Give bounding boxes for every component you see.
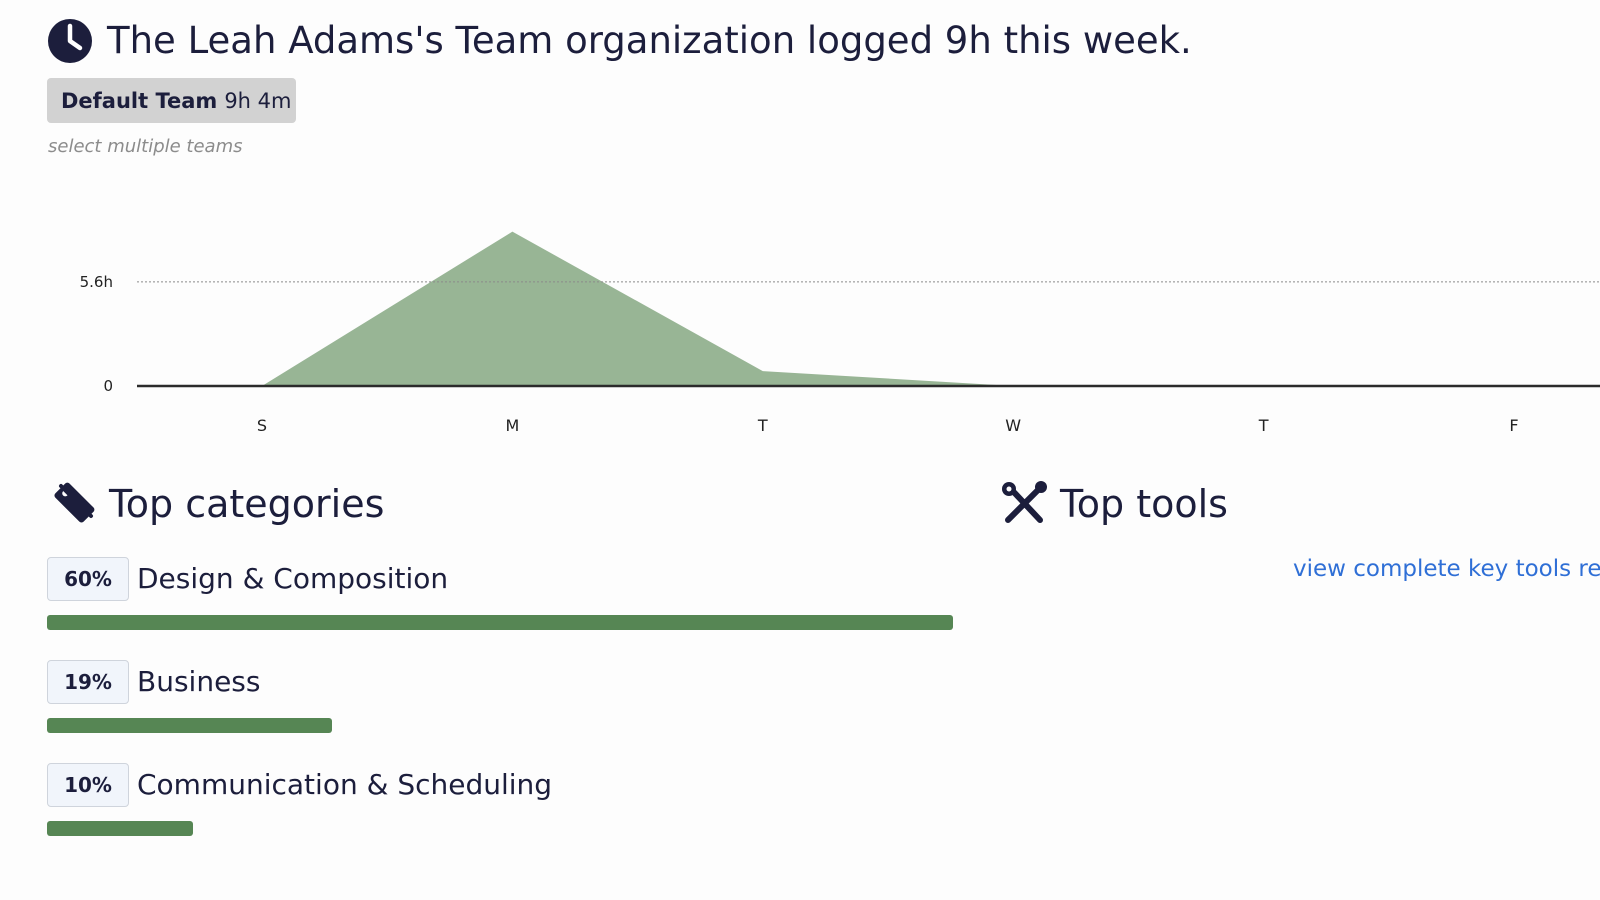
tags-icon <box>54 482 95 523</box>
team-chip-default-team[interactable]: Default Team 9h 4m <box>47 78 296 123</box>
tools-icon <box>1002 481 1047 523</box>
top-tools-heading: Top tools <box>1000 480 1228 528</box>
view-key-tools-report-link[interactable]: view complete key tools re <box>1293 556 1600 582</box>
category-bar <box>47 821 953 836</box>
x-tick-label: W <box>1005 416 1021 435</box>
top-tools-title: Top tools <box>1060 482 1228 526</box>
y-tick-label: 5.6h <box>80 273 113 291</box>
select-multiple-teams-link[interactable]: select multiple teams <box>48 136 243 157</box>
top-categories-title: Top categories <box>109 482 385 526</box>
x-tick-label: T <box>757 416 768 435</box>
category-name: Business <box>137 665 261 698</box>
category-name: Design & Composition <box>137 562 449 595</box>
category-name: Communication & Scheduling <box>137 768 553 801</box>
category-percent-badge: 10% <box>47 763 129 807</box>
x-tick-label: M <box>505 416 519 435</box>
chart-area <box>262 231 1514 386</box>
x-tick-label: T <box>1258 416 1269 435</box>
category-percent-badge: 19% <box>47 660 129 704</box>
category-bar <box>47 718 953 733</box>
team-time: 9h 4m <box>224 88 292 113</box>
x-tick-label: S <box>257 416 267 435</box>
page-title: The Leah Adams's Team organization logge… <box>107 19 1192 62</box>
category-percent-badge: 60% <box>47 557 129 601</box>
x-tick-label: F <box>1509 416 1518 435</box>
page-header: The Leah Adams's Team organization logge… <box>47 18 1192 64</box>
team-name: Default Team <box>61 88 218 113</box>
clock-icon <box>48 19 92 63</box>
category-bar <box>47 615 953 630</box>
weekly-hours-chart: 0 5.6h S M T W T F <box>80 231 1600 435</box>
top-categories-heading: Top categories <box>47 480 384 528</box>
y-tick-label: 0 <box>103 377 113 395</box>
